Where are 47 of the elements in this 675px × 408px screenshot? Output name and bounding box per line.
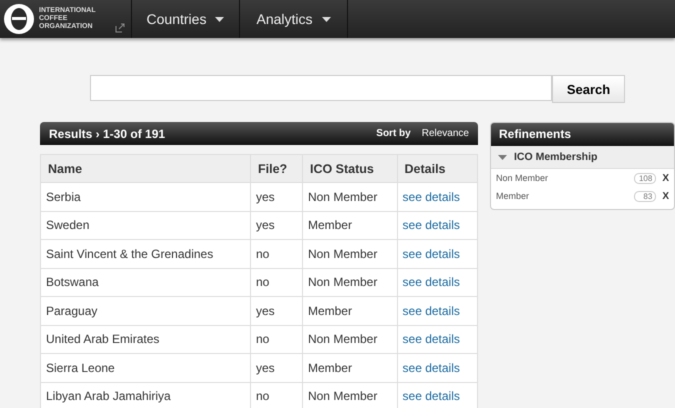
column-header: Details <box>397 154 478 182</box>
results-count: Results › 1-30 of 191 <box>49 126 166 140</box>
table-cell: Member <box>308 218 352 232</box>
search-field[interactable] <box>90 75 552 101</box>
table-cell: United Arab Emirates <box>46 332 160 346</box>
caret-icon <box>322 16 331 22</box>
table-cell: Non Member <box>308 332 378 346</box>
table-cell: no <box>256 246 270 261</box>
nav-menu-button[interactable]: Analytics <box>240 0 348 38</box>
column-header: ICO Status <box>302 154 398 182</box>
panel-title: Refinements <box>491 123 674 146</box>
table-cell: Saint Vincent & the Grenadines <box>46 246 214 261</box>
table-cell: Sweden <box>46 218 90 232</box>
table-cell: Member <box>308 360 352 375</box>
sort-option[interactable]: Relevance <box>422 128 469 139</box>
table-cell: Botswana <box>46 275 99 290</box>
count-badge: 108 <box>634 172 656 184</box>
table-cell: yes <box>256 218 275 232</box>
caret-icon <box>498 154 507 160</box>
table-cell: Paraguay <box>46 304 98 318</box>
count-badge: 83 <box>634 190 656 202</box>
table-cell: yes <box>256 304 275 318</box>
table-cell: Non Member <box>308 275 378 290</box>
table-cell: Libyan Arab Jamahiriya <box>46 389 171 404</box>
table-cell: no <box>256 332 270 346</box>
column-header: File? <box>250 154 302 182</box>
table-cell: no <box>256 389 270 404</box>
table-cell: Serbia <box>46 190 81 204</box>
filter-option[interactable]: Non Member <box>496 173 634 183</box>
remove-filter-button[interactable]: X <box>662 172 669 184</box>
remove-filter-button[interactable]: X <box>662 190 669 202</box>
search-button[interactable]: Search <box>552 75 625 103</box>
column-header: Name <box>40 154 250 182</box>
filter-option[interactable]: Member <box>496 191 634 201</box>
table-cell: Member <box>308 304 352 318</box>
table-cell: yes <box>256 190 275 204</box>
table-cell: Non Member <box>308 190 378 204</box>
table-cell: Non Member <box>308 389 378 404</box>
table-cell: Non Member <box>308 246 378 261</box>
sort-label: Sort by <box>376 128 411 139</box>
table-cell: no <box>256 275 270 290</box>
external-link-icon[interactable] <box>115 23 125 33</box>
table-cell: yes <box>256 360 275 375</box>
nav-menu-button[interactable]: Countries <box>132 0 240 38</box>
logo-icon[interactable] <box>3 3 35 35</box>
caret-icon <box>215 16 224 22</box>
table-cell: Sierra Leone <box>46 360 115 375</box>
